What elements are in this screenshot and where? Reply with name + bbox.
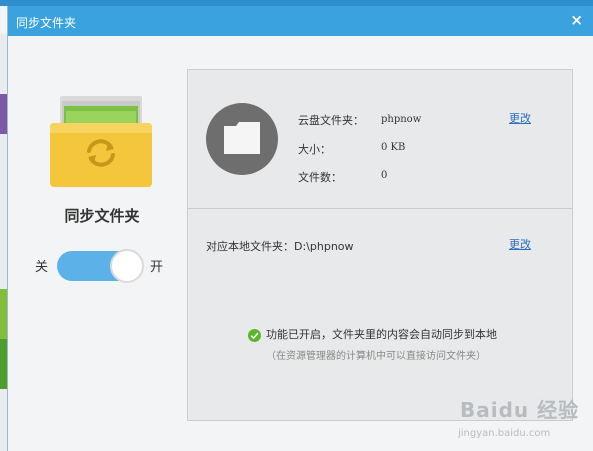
watermark-url: jingyan.baidu.com [458, 428, 551, 439]
local-folder-path: 对应本地文件夹：D:\phpnow [206, 240, 354, 253]
sync-toggle[interactable] [57, 249, 144, 283]
change-local-folder-link[interactable]: 更改 [509, 236, 531, 252]
status-text: 功能已开启，文件夹里的内容会自动同步到本地 [266, 328, 497, 341]
file-count-label: 文件数： [298, 171, 342, 184]
sync-folder-icon [50, 96, 152, 187]
folder-name: 同步文件夹 [64, 207, 140, 225]
cloud-folder-label: 云盘文件夹： [298, 114, 364, 127]
divider [188, 208, 572, 209]
title-bar: 同步文件夹 × [8, 6, 593, 36]
folder-info-panel: 云盘文件夹： phpnow 更改 大小： 0 KB 文件数： 0 对应本地文件夹… [187, 69, 573, 421]
cloud-folder-value: phpnow [381, 114, 422, 125]
check-icon [248, 328, 261, 342]
status-hint: （在资源管理器的计算机中可以直接访问文件夹） [266, 351, 486, 362]
file-count-value: 0 [381, 170, 388, 181]
status-message: 功能已开启，文件夹里的内容会自动同步到本地 [248, 326, 497, 342]
toggle-on-label: 开 [150, 260, 164, 275]
window-title: 同步文件夹 [16, 16, 77, 30]
folder-icon [206, 103, 278, 175]
sync-folder-dialog: 同步文件夹 × 同步文件夹 关 开 云盘文件夹： phpnow 更改 大小： 0… [7, 6, 593, 451]
toggle-knob[interactable] [110, 249, 144, 283]
size-label: 大小： [298, 143, 331, 156]
close-icon[interactable]: × [570, 11, 583, 29]
watermark: Baidu 经验 [460, 398, 580, 422]
change-cloud-folder-link[interactable]: 更改 [509, 110, 531, 126]
toggle-off-label: 关 [35, 260, 49, 275]
size-value: 0 KB [381, 142, 406, 153]
